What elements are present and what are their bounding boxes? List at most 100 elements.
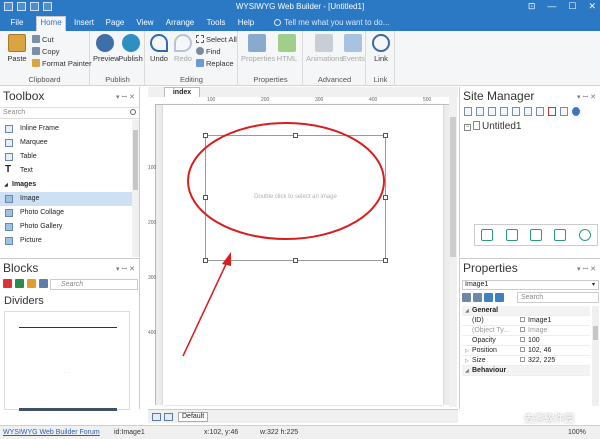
properties-pin-icon[interactable]: ▾ ꟷ ✕: [577, 265, 596, 274]
advanced-label: Advanced: [317, 75, 352, 84]
panel-pin-icon[interactable]: ▾ ꟷ ✕: [116, 93, 135, 102]
property-group-general[interactable]: ◢ General: [462, 306, 590, 316]
toolbox-item-table[interactable]: Table: [0, 150, 132, 164]
add-page-icon[interactable]: [476, 107, 484, 116]
folder-add-icon[interactable]: [488, 107, 496, 116]
toolbox-item-photo-collage[interactable]: Photo Collage: [0, 206, 132, 220]
site-root-item[interactable]: Untitled1: [482, 121, 521, 132]
blocks-search-input[interactable]: Search: [50, 279, 138, 290]
resize-handle[interactable]: [293, 258, 298, 263]
toolbox-item-marquee[interactable]: Marquee: [0, 136, 132, 150]
publish-button[interactable]: Publish: [118, 34, 143, 63]
find-button[interactable]: Find: [196, 47, 221, 56]
tab-page[interactable]: Page: [102, 17, 128, 31]
ribbon-display-icon[interactable]: ⊡: [528, 1, 536, 12]
close-button[interactable]: ✕: [588, 1, 596, 12]
toolbox-item-inline-frame[interactable]: Inline Frame: [0, 122, 132, 136]
canvas-scroll-thumb[interactable]: [450, 117, 456, 257]
new-page-icon[interactable]: [464, 107, 472, 116]
maximize-button[interactable]: ☐: [568, 1, 576, 12]
blocks-pin-icon[interactable]: ▾ ꟷ ✕: [116, 265, 135, 274]
animations-button[interactable]: Animations: [306, 34, 343, 63]
object-selector[interactable]: Image1 ▾: [462, 280, 599, 290]
star-icon[interactable]: [572, 107, 580, 116]
expand-icon[interactable]: −: [464, 124, 471, 131]
folder-icon[interactable]: [27, 279, 36, 288]
resize-handle[interactable]: [383, 133, 388, 138]
properties-scrollbar[interactable]: [592, 306, 599, 406]
advanced-group: Animations Events Advanced: [304, 31, 366, 86]
link-icon: [372, 34, 390, 52]
undo-button[interactable]: Undo: [148, 34, 170, 63]
page-view-icon[interactable]: [152, 413, 161, 421]
tab-insert[interactable]: Insert: [70, 17, 98, 31]
toolbox-scrollbar[interactable]: [132, 120, 139, 257]
copy-icon: [32, 47, 40, 55]
page-copy-icon[interactable]: [500, 107, 508, 116]
cut-button[interactable]: Cut: [32, 35, 54, 44]
minimize-button[interactable]: —: [547, 1, 556, 12]
property-row-object-type[interactable]: (Object Ty... Image: [462, 326, 590, 336]
toolbox-item-text[interactable]: T Text: [0, 164, 132, 178]
toolbox-scroll-thumb[interactable]: [133, 130, 138, 190]
select-all-button[interactable]: Select All: [196, 35, 237, 44]
events-button[interactable]: Events: [342, 34, 365, 63]
divider-block-preview[interactable]: · · ·: [4, 311, 130, 411]
tab-arrange[interactable]: Arrange: [162, 17, 198, 31]
property-row-id[interactable]: (ID) Image1: [462, 316, 590, 326]
save-page-icon[interactable]: [529, 229, 542, 241]
link-button[interactable]: Link: [370, 34, 392, 63]
page-layout-icon[interactable]: [164, 413, 173, 421]
toolbox-item-image[interactable]: Image: [0, 192, 132, 206]
resize-handle[interactable]: [293, 133, 298, 138]
property-row-size[interactable]: ▷ Size 322, 225: [462, 356, 590, 366]
tab-view[interactable]: View: [132, 17, 158, 31]
canvas-scrollbar[interactable]: [449, 97, 457, 407]
page-properties-icon[interactable]: [536, 107, 544, 116]
paste-button[interactable]: Paste: [4, 34, 30, 63]
expand-all-icon[interactable]: [505, 229, 518, 241]
refresh-icon[interactable]: [15, 279, 24, 288]
properties-button[interactable]: Properties: [241, 34, 275, 63]
page-export-icon[interactable]: [524, 107, 532, 116]
toolbox-item-photo-gallery[interactable]: Photo Gallery: [0, 220, 132, 234]
tell-me-search[interactable]: Tell me what you want to do...: [274, 18, 389, 27]
property-row-position[interactable]: ▷ Position 102, 46: [462, 346, 590, 356]
format-painter-button[interactable]: Format Painter: [32, 59, 92, 68]
gear-icon[interactable]: [578, 229, 591, 241]
tab-help[interactable]: Help: [234, 17, 258, 31]
site-manager-pin-icon[interactable]: ▾ ꟷ ✕: [577, 93, 596, 102]
settings-icon[interactable]: [39, 279, 48, 288]
events-small-icon[interactable]: [495, 293, 504, 302]
tab-file[interactable]: File: [2, 17, 32, 31]
html-button[interactable]: HTML: [275, 34, 299, 63]
page-settings-icon[interactable]: [560, 107, 568, 116]
property-row-opacity[interactable]: Opacity 100: [462, 336, 590, 346]
toolbox-item-picture[interactable]: Picture: [0, 234, 132, 248]
replace-button[interactable]: Replace: [196, 59, 234, 68]
page-preview-icon[interactable]: [481, 229, 494, 241]
open-external-icon[interactable]: [554, 229, 567, 241]
document-tab-index[interactable]: index: [164, 87, 200, 97]
properties-scroll-thumb[interactable]: [593, 326, 598, 340]
toolbox-section-images[interactable]: ◢ Images: [0, 178, 132, 192]
properties-search-input[interactable]: Search: [517, 292, 599, 303]
tab-home[interactable]: Home: [36, 16, 66, 31]
copy-button[interactable]: Copy: [32, 47, 60, 56]
page-tab-default[interactable]: Default: [178, 412, 209, 422]
resize-handle[interactable]: [203, 133, 208, 138]
delete-block-icon[interactable]: [3, 279, 12, 288]
property-group-behaviour[interactable]: ◢ Behaviour: [462, 366, 590, 376]
redo-button[interactable]: Redo: [172, 34, 194, 63]
filter-icon[interactable]: [484, 293, 493, 302]
preview-button[interactable]: Preview: [93, 34, 120, 63]
alphabetical-icon[interactable]: [473, 293, 482, 302]
toolbox-search[interactable]: Search: [0, 107, 140, 119]
resize-handle[interactable]: [203, 258, 208, 263]
resize-handle[interactable]: [383, 258, 388, 263]
page-import-icon[interactable]: [512, 107, 520, 116]
delete-page-icon[interactable]: [548, 107, 556, 116]
tab-tools[interactable]: Tools: [202, 17, 230, 31]
forum-link[interactable]: WYSIWYG Web Builder Forum: [3, 429, 100, 436]
categorized-icon[interactable]: [462, 293, 471, 302]
